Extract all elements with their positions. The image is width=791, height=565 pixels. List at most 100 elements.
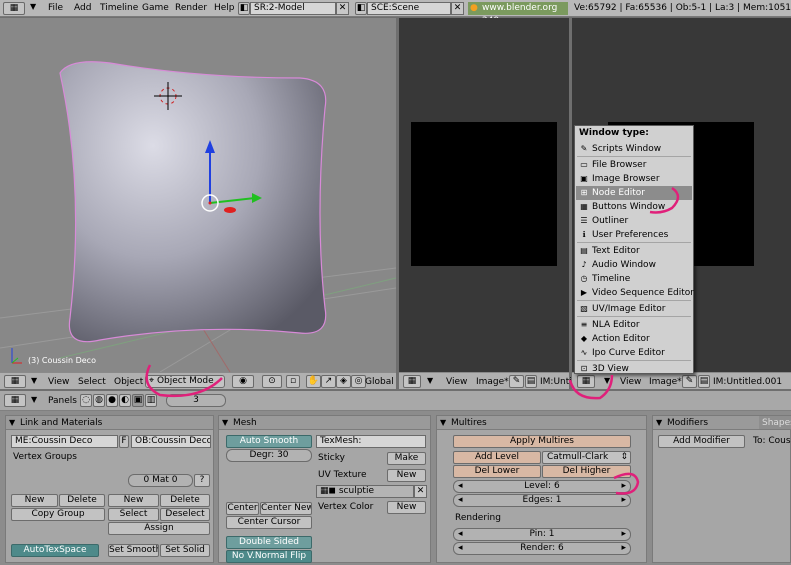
collapse-arrow-icon-3d[interactable]: ▼ xyxy=(31,376,37,385)
shading-context-icon[interactable]: ● xyxy=(106,394,118,407)
layer-icon[interactable]: ▫ xyxy=(286,375,300,388)
menu-view-3d[interactable]: View xyxy=(48,376,69,388)
image-field-right[interactable]: IM:Untitled.001 xyxy=(713,376,782,388)
window-type-item-action-editor[interactable]: ◆ Action Editor xyxy=(576,332,692,346)
rotate-icon[interactable]: ◈ xyxy=(336,375,351,388)
uv-layer-field[interactable]: ▦◼ sculptie xyxy=(316,485,414,498)
collapse-arrow-icon-image[interactable]: ▼ xyxy=(427,376,433,385)
scene-context-icon[interactable]: ▥ xyxy=(145,394,157,407)
decrement-arrow-icon[interactable]: ◂ xyxy=(458,529,463,540)
menu-image[interactable]: Image* xyxy=(476,376,509,388)
increment-arrow-icon[interactable]: ▸ xyxy=(621,529,626,540)
window-type-item-video-sequence-editor[interactable]: ▶ Video Sequence Editor xyxy=(576,286,694,300)
screen-close-icon[interactable]: ✕ xyxy=(336,2,349,15)
collapse-arrow-icon-buttons[interactable]: ▼ xyxy=(31,395,37,404)
3d-viewport[interactable]: (3) Coussin Deco xyxy=(0,18,396,372)
uv-layer-delete-icon[interactable]: ✕ xyxy=(414,485,427,498)
autotexspace-button[interactable]: AutoTexSpace xyxy=(11,544,99,557)
window-type-item-ipo-curve-editor[interactable]: ∿ Ipo Curve Editor xyxy=(576,346,692,360)
center-new-button[interactable]: Center New xyxy=(260,502,312,515)
menu-render[interactable]: Render xyxy=(175,2,207,15)
uv-texture-new-button[interactable]: New xyxy=(387,469,426,482)
vgroup-delete-button[interactable]: Delete xyxy=(59,494,105,507)
del-higher-button[interactable]: Del Higher xyxy=(542,465,631,478)
mesh-title[interactable]: ▼ Mesh xyxy=(219,416,430,430)
window-type-icon-image-right[interactable]: ▦ xyxy=(577,375,595,388)
image-browse-icon[interactable]: ▤ xyxy=(525,375,537,388)
script-context-icon[interactable]: ◍ xyxy=(93,394,105,407)
mode-selector[interactable]: ⌖ Object Mode xyxy=(145,375,225,388)
pin-field[interactable]: ◂ Pin: 1 ▸ xyxy=(453,528,631,541)
degr-field[interactable]: Degr: 30 xyxy=(226,449,312,462)
del-lower-button[interactable]: Del Lower xyxy=(453,465,541,478)
render-level-field[interactable]: ◂ Render: 6 ▸ xyxy=(453,542,631,555)
vertex-color-new-button[interactable]: New xyxy=(387,501,426,514)
pin-icon[interactable]: ✎ xyxy=(509,375,524,388)
window-type-item-nla-editor[interactable]: ≡ NLA Editor xyxy=(576,318,692,332)
scene-browse-icon[interactable]: ◧ xyxy=(355,2,367,15)
fake-user-button[interactable]: F xyxy=(119,435,129,448)
set-solid-button[interactable]: Set Solid xyxy=(160,544,210,557)
vgroup-new-button[interactable]: New xyxy=(11,494,58,507)
window-type-item-file-browser[interactable]: ▭ File Browser xyxy=(576,158,692,172)
material-delete-button[interactable]: Delete xyxy=(160,494,210,507)
material-new-button[interactable]: New xyxy=(108,494,159,507)
center-cursor-button[interactable]: Center Cursor xyxy=(226,516,312,529)
copy-group-button[interactable]: Copy Group xyxy=(11,508,105,521)
decrement-arrow-icon[interactable]: ◂ xyxy=(458,495,463,506)
edges-field[interactable]: ◂ Edges: 1 ▸ xyxy=(453,494,631,507)
orientation-selector[interactable]: Global xyxy=(365,376,394,388)
no-vnormal-flip-button[interactable]: No V.Normal Flip xyxy=(226,550,312,563)
window-type-icon[interactable]: ▦ xyxy=(3,2,25,15)
blender-url[interactable]: ● www.blender.org 249 xyxy=(468,2,568,26)
subdivision-type-select[interactable]: Catmull-Clark ⇕ xyxy=(542,451,631,464)
menu-file[interactable]: File xyxy=(48,2,63,15)
link-materials-title[interactable]: ▼ Link and Materials xyxy=(6,416,213,430)
editing-context-icon[interactable]: ▣ xyxy=(132,394,144,407)
shapes-tab[interactable]: Shapes xyxy=(759,416,791,430)
window-type-item-user-preferences[interactable]: ℹ User Preferences xyxy=(576,228,692,242)
menu-timeline[interactable]: Timeline xyxy=(100,2,138,15)
draw-type-icon[interactable]: ◉ xyxy=(232,375,254,388)
set-smooth-button[interactable]: Set Smooth xyxy=(108,544,159,557)
hand-icon[interactable]: ✋ xyxy=(306,375,321,388)
scene-close-icon[interactable]: ✕ xyxy=(451,2,464,15)
frame-field[interactable]: 3 xyxy=(166,394,226,407)
scale-icon[interactable]: ◎ xyxy=(351,375,366,388)
apply-multires-button[interactable]: Apply Multires xyxy=(453,435,631,448)
menu-help[interactable]: Help xyxy=(214,2,235,15)
texmesh-field[interactable]: TexMesh: xyxy=(316,435,426,448)
double-sided-button[interactable]: Double Sided xyxy=(226,536,312,549)
add-modifier-button[interactable]: Add Modifier xyxy=(658,435,745,448)
menu-object-3d[interactable]: Object xyxy=(114,376,143,388)
menu-view-image-right[interactable]: View xyxy=(620,376,641,388)
scene-field[interactable]: SCE:Scene xyxy=(367,2,451,15)
mesh-datablock-field[interactable]: ME:Coussin Deco xyxy=(11,435,118,448)
modifiers-tab[interactable]: ▼ Modifiers xyxy=(653,416,759,430)
material-deselect-button[interactable]: Deselect xyxy=(160,508,210,521)
material-index-field[interactable]: 0 Mat 0 xyxy=(128,474,193,487)
material-assign-button[interactable]: Assign xyxy=(108,522,210,535)
object-name-field[interactable]: OB:Coussin Deco xyxy=(131,435,211,448)
pivot-icon[interactable]: ⊙ xyxy=(262,375,282,388)
window-type-item-3d-view[interactable]: ⊡ 3D View xyxy=(576,362,692,376)
pin-icon-right[interactable]: ✎ xyxy=(682,375,697,388)
menu-view-image[interactable]: View xyxy=(446,376,467,388)
translate-icon[interactable]: ↗ xyxy=(321,375,336,388)
window-type-icon-image[interactable]: ▦ xyxy=(403,375,421,388)
window-type-item-buttons-window[interactable]: ▦ Buttons Window xyxy=(576,200,692,214)
decrement-arrow-icon[interactable]: ◂ xyxy=(458,481,463,492)
screen-browse-icon[interactable]: ◧ xyxy=(238,2,250,15)
level-field[interactable]: ◂ Level: 6 ▸ xyxy=(453,480,631,493)
window-type-item-timeline[interactable]: ◷ Timeline xyxy=(576,272,692,286)
sticky-make-button[interactable]: Make xyxy=(387,452,426,465)
panels-label[interactable]: Panels xyxy=(48,395,77,407)
auto-smooth-button[interactable]: Auto Smooth xyxy=(226,435,312,448)
window-type-item-node-editor[interactable]: ⊞ Node Editor xyxy=(576,186,692,200)
decrement-arrow-icon[interactable]: ◂ xyxy=(458,543,463,554)
window-type-item-text-editor[interactable]: ▤ Text Editor xyxy=(576,244,692,258)
multires-title[interactable]: ▼ Multires xyxy=(437,416,646,430)
screen-field[interactable]: SR:2-Model xyxy=(250,2,336,15)
window-type-icon-buttons[interactable]: ▦ xyxy=(4,394,26,407)
image-browse-icon-right[interactable]: ▤ xyxy=(698,375,710,388)
